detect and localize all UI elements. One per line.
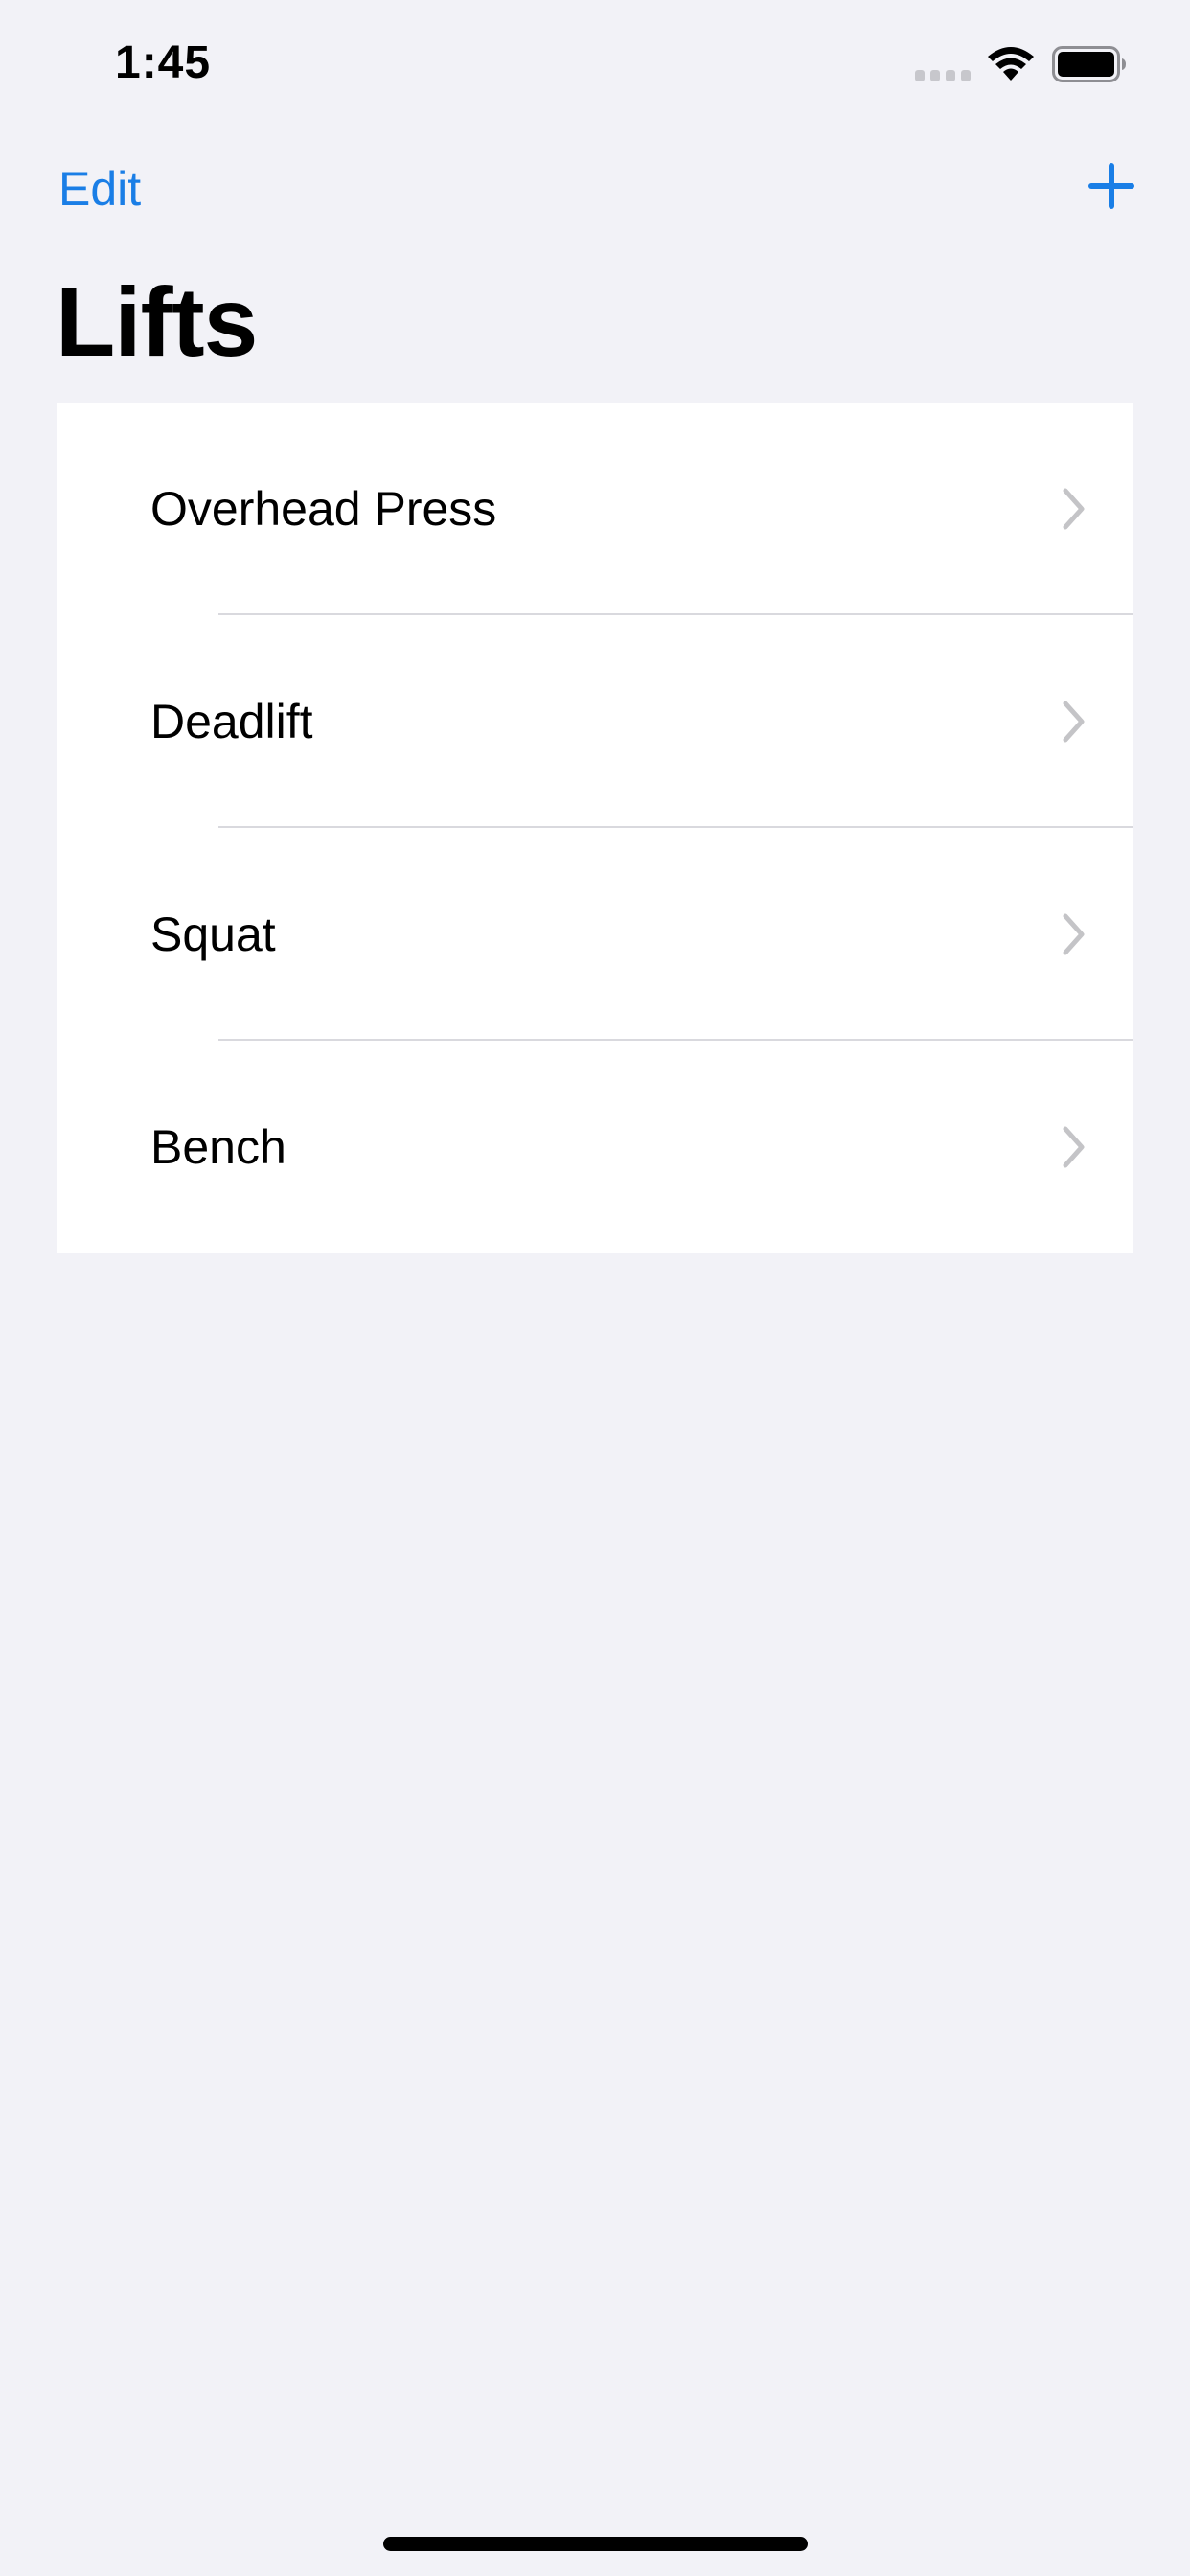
status-time: 1:45 <box>115 37 212 88</box>
battery-icon <box>1052 46 1126 82</box>
lifts-list: Overhead Press Deadlift Squat Bench <box>57 402 1133 1254</box>
list-item-label: Deadlift <box>150 695 313 748</box>
list-item-squat[interactable]: Squat <box>57 828 1133 1041</box>
list-item-label: Overhead Press <box>150 482 497 536</box>
cellular-signal-icon <box>915 70 971 81</box>
list-item-overhead-press[interactable]: Overhead Press <box>57 402 1133 615</box>
edit-button[interactable]: Edit <box>58 161 141 217</box>
chevron-right-icon <box>1063 701 1085 743</box>
list-item-deadlift[interactable]: Deadlift <box>57 615 1133 828</box>
chevron-right-icon <box>1063 488 1085 530</box>
chevron-right-icon <box>1063 913 1085 955</box>
wifi-icon <box>988 47 1034 80</box>
list-item-label: Squat <box>150 908 276 961</box>
plus-icon[interactable] <box>1085 159 1138 213</box>
list-item-bench[interactable]: Bench <box>57 1041 1133 1254</box>
chevron-right-icon <box>1063 1126 1085 1168</box>
status-bar: 1:45 <box>0 0 1190 134</box>
home-indicator[interactable] <box>383 2537 808 2551</box>
page-title: Lifts <box>56 267 258 377</box>
list-item-label: Bench <box>150 1120 286 1174</box>
